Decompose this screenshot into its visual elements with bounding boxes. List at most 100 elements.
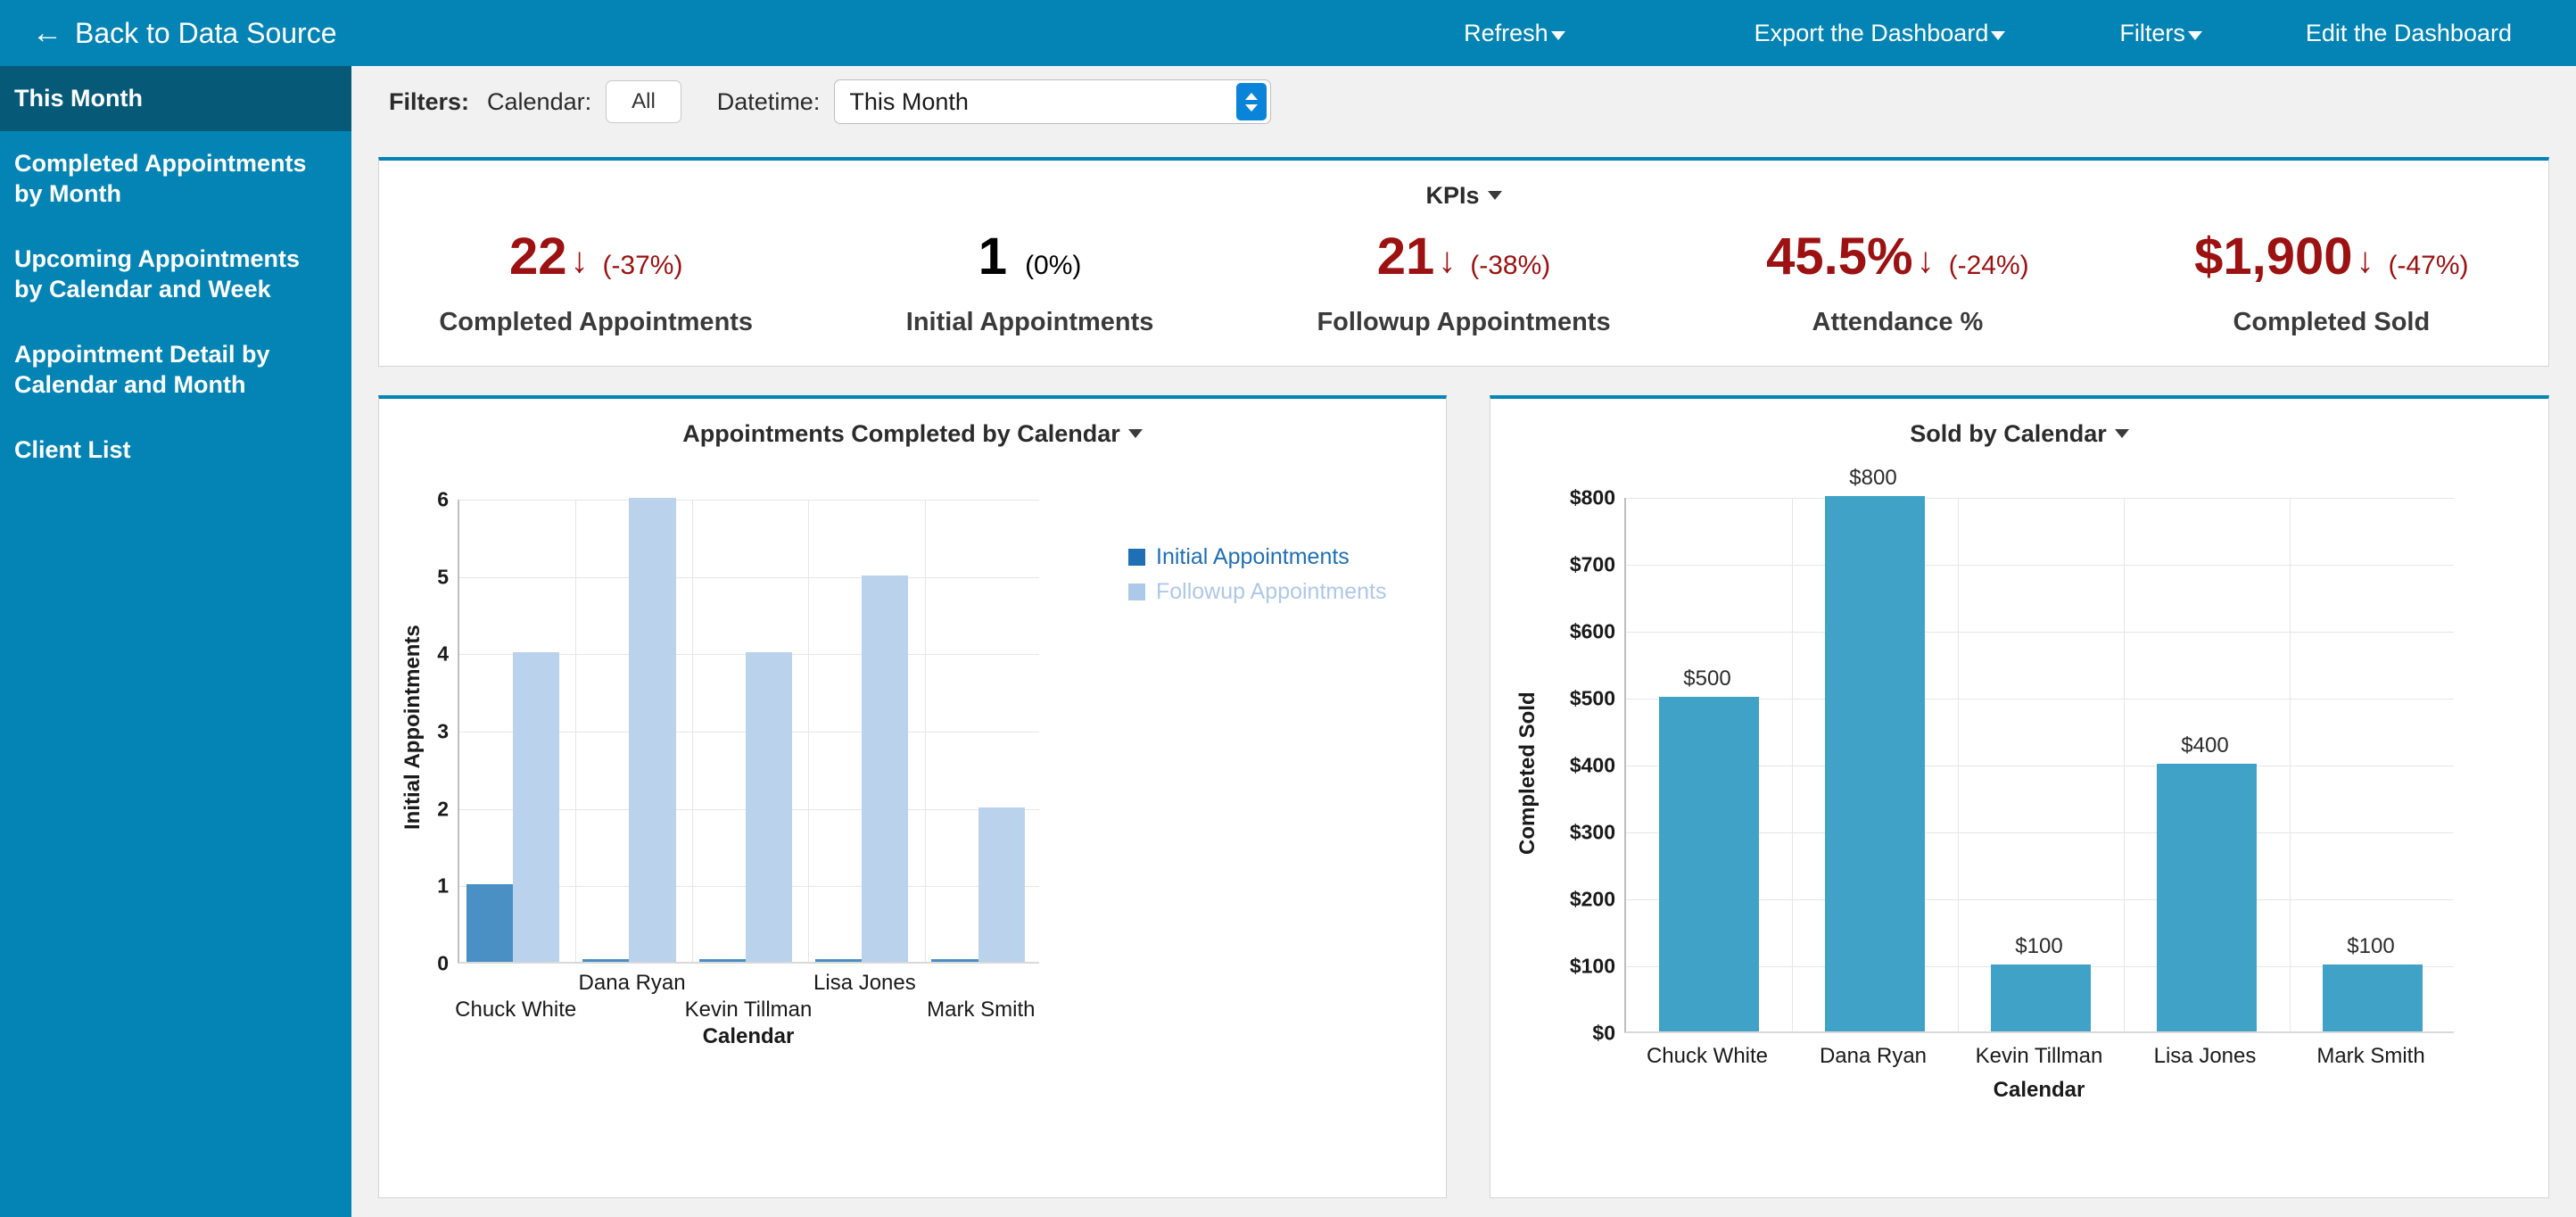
bar-initial xyxy=(466,884,513,962)
bar xyxy=(1991,964,2091,1031)
bar-value-label: $500 xyxy=(1683,666,1730,691)
nav-filters-label: Filters xyxy=(2119,20,2185,47)
datetime-select[interactable]: This Month xyxy=(834,79,1271,124)
bar xyxy=(1659,697,1759,1031)
kpi-list: 22 ↓ (-37%) Completed Appointments 1 (0%… xyxy=(379,210,2548,337)
kpi-completed-sold: $1,900 ↓ (-47%) Completed Sold xyxy=(2115,231,2548,337)
left-chart-title[interactable]: Appointments Completed by Calendar xyxy=(379,399,1446,448)
sidebar-item-this-month[interactable]: This Month xyxy=(0,66,351,131)
nav-edit-label: Edit the Dashboard xyxy=(2306,20,2512,47)
sidebar-item-label: Completed Appointments by Month xyxy=(14,150,307,208)
top-navigation-bar: ← Back to Data Source Refresh Export the… xyxy=(0,0,2576,66)
x-axis-label: Calendar xyxy=(1624,1078,2454,1103)
sidebar-item-upcoming-appointments-by-calendar-and-week[interactable]: Upcoming Appointments by Calendar and We… xyxy=(0,227,351,322)
nav-refresh-label: Refresh xyxy=(1464,20,1548,47)
kpi-panel-title-label: KPIs xyxy=(1425,182,1479,209)
bar xyxy=(2323,964,2423,1031)
bar-followup xyxy=(978,807,1025,962)
kpi-attendance-percent: 45.5% ↓ (-24%) Attendance % xyxy=(1680,231,2114,337)
y-axis-tick: 0 xyxy=(411,952,449,976)
y-axis-tick: $100 xyxy=(1524,955,1615,979)
bar-value-label: $100 xyxy=(2015,934,2062,959)
left-chart-legend: Initial Appointments Followup Appointmen… xyxy=(1128,544,1386,614)
legend-item-followup-appointments[interactable]: Followup Appointments xyxy=(1128,579,1386,605)
gridline xyxy=(692,500,693,962)
kpi-delta: (-47%) xyxy=(2389,251,2469,281)
legend-label: Initial Appointments xyxy=(1156,544,1350,570)
x-axis-label: Calendar xyxy=(458,1024,1039,1049)
chevron-down-icon xyxy=(1551,31,1565,40)
gridline xyxy=(1626,565,2454,566)
select-stepper-icon[interactable] xyxy=(1236,83,1267,120)
sidebar-item-label: Appointment Detail by Calendar and Month xyxy=(14,341,270,399)
kpi-completed-appointments: 22 ↓ (-37%) Completed Appointments xyxy=(379,231,813,337)
nav-export-dashboard-button[interactable]: Export the Dashboard xyxy=(1754,20,2006,47)
x-axis-tick: Lisa Jones xyxy=(2154,1044,2257,1069)
appointments-completed-by-calendar-panel: Appointments Completed by Calendar Initi… xyxy=(378,395,1447,1198)
bar-value-label: $100 xyxy=(2347,934,2394,959)
y-axis-tick: 6 xyxy=(411,488,449,512)
bar xyxy=(1825,496,1925,1031)
filter-bar: Filters: Calendar: All Datetime: This Mo… xyxy=(351,66,2576,137)
kpi-value: $1,900 xyxy=(2194,231,2352,283)
sidebar-item-label: Upcoming Appointments by Calendar and We… xyxy=(14,245,300,303)
right-chart-canvas: $0$100$200$300$400$500$600$700$800$500$8… xyxy=(1490,448,2548,1180)
nav-refresh-button[interactable]: Refresh xyxy=(1464,20,1565,47)
nav-export-label: Export the Dashboard xyxy=(1754,20,1989,47)
gridline xyxy=(2290,498,2291,1031)
kpi-delta: (-24%) xyxy=(1949,251,2029,281)
arrow-down-icon: ↓ xyxy=(1917,243,1935,278)
kpi-delta: (-37%) xyxy=(602,251,682,281)
y-axis-label: Completed Sold xyxy=(1515,691,1540,855)
sold-by-calendar-panel: Sold by Calendar $0$100$200$300$400$500$… xyxy=(1490,395,2549,1198)
arrow-down-icon: ↓ xyxy=(2357,243,2374,278)
kpi-value: 22 xyxy=(509,231,567,283)
bar-initial xyxy=(699,959,746,962)
arrow-down-icon: ↓ xyxy=(1438,243,1456,278)
datetime-filter-label: Datetime: xyxy=(717,88,821,116)
bar-followup xyxy=(746,652,792,962)
nav-filters-button[interactable]: Filters xyxy=(2119,20,2202,47)
bar-followup xyxy=(862,575,908,962)
right-chart-title[interactable]: Sold by Calendar xyxy=(1490,399,2548,448)
bar xyxy=(2157,764,2257,1031)
sidebar-item-appointment-detail-by-calendar-and-month[interactable]: Appointment Detail by Calendar and Month xyxy=(0,322,351,418)
gridline xyxy=(459,577,1039,578)
x-axis-tick: Kevin Tillman xyxy=(1976,1044,2103,1069)
calendar-filter-label: Calendar: xyxy=(487,88,591,116)
gridline xyxy=(1792,498,1793,1031)
kpi-label: Completed Appointments xyxy=(379,308,813,337)
gridline xyxy=(2124,498,2125,1031)
nav-edit-dashboard-button[interactable]: Edit the Dashboard xyxy=(2306,20,2512,47)
y-axis-tick: $700 xyxy=(1524,553,1615,577)
legend-item-initial-appointments[interactable]: Initial Appointments xyxy=(1128,544,1386,570)
back-to-data-source-link[interactable]: ← Back to Data Source xyxy=(0,17,336,50)
x-axis-tick: Mark Smith xyxy=(2316,1044,2424,1069)
kpi-value: 21 xyxy=(1377,231,1435,283)
kpi-delta: (0%) xyxy=(1025,251,1081,281)
kpi-panel-title[interactable]: KPIs xyxy=(379,161,2548,210)
bar-followup xyxy=(629,498,675,962)
sidebar-item-client-list[interactable]: Client List xyxy=(0,418,351,483)
kpi-followup-appointments: 21 ↓ (-38%) Followup Appointments xyxy=(1247,231,1680,337)
gridline xyxy=(1958,498,1959,1031)
y-axis-tick: $800 xyxy=(1524,486,1615,510)
calendar-filter-button[interactable]: All xyxy=(606,80,681,123)
bar-initial xyxy=(931,959,978,962)
bar-value-label: $800 xyxy=(1849,466,1896,491)
left-chart-title-label: Appointments Completed by Calendar xyxy=(682,420,1120,447)
x-axis-tick: Chuck White xyxy=(455,998,576,1022)
bar-initial xyxy=(582,959,629,962)
y-axis-tick: 1 xyxy=(411,874,449,898)
y-axis-label: Initial Appointments xyxy=(400,625,425,830)
kpi-value: 45.5% xyxy=(1766,231,1912,283)
gridline xyxy=(1626,498,2454,499)
kpi-label: Initial Appointments xyxy=(813,308,1246,337)
sidebar-item-label: Client List xyxy=(14,436,131,463)
y-axis-tick: 5 xyxy=(411,565,449,589)
sidebar-item-completed-appointments-by-month[interactable]: Completed Appointments by Month xyxy=(0,131,351,227)
x-axis-tick: Kevin Tillman xyxy=(685,998,813,1022)
filters-label: Filters: xyxy=(389,88,469,116)
x-axis-tick: Dana Ryan xyxy=(579,971,686,996)
sidebar-item-label: This Month xyxy=(14,85,143,112)
